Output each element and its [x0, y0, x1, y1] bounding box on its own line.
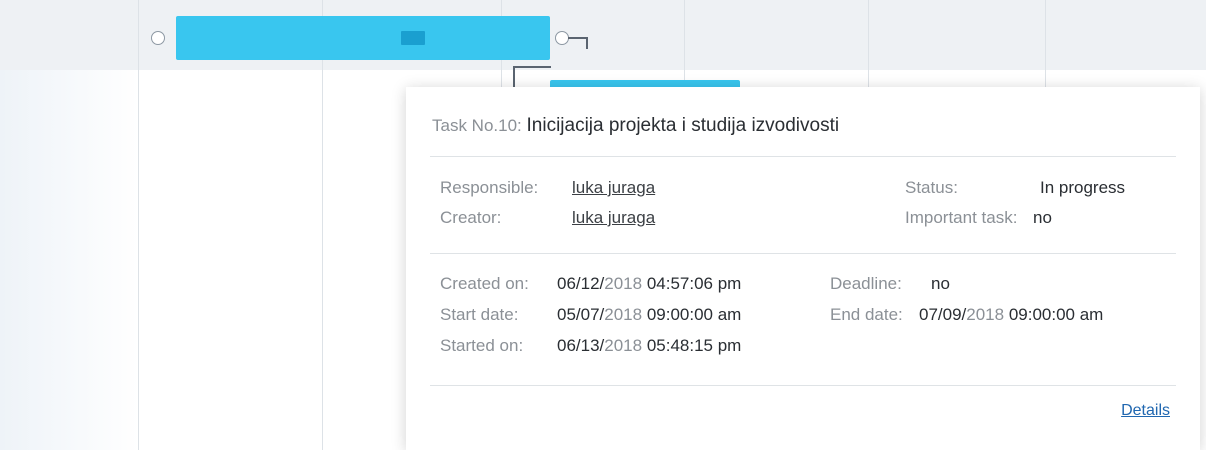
start-date-label: Start date:: [440, 305, 519, 324]
task-progress-indicator: [401, 31, 425, 45]
end-date-label: End date:: [830, 305, 903, 324]
responsible-label: Responsible:: [440, 178, 539, 197]
divider: [430, 385, 1176, 386]
end-date-value: 07/09/2018 09:00:00 am: [919, 305, 1104, 324]
created-on-value: 06/12/2018 04:57:06 pm: [557, 274, 742, 293]
deadline-label: Deadline:: [830, 274, 902, 293]
started-on-label: Started on:: [440, 336, 524, 355]
deadline-value: no: [931, 274, 950, 293]
important-task-value: no: [1033, 208, 1052, 227]
grid-line: [138, 0, 139, 450]
popup-title: Task No.10: Inicijacija projekta i studi…: [432, 115, 839, 137]
task-bar[interactable]: [176, 16, 550, 60]
divider: [430, 253, 1176, 254]
dependency-link-line: [513, 66, 551, 68]
dependency-link-line: [586, 37, 588, 49]
created-on-label: Created on:: [440, 274, 529, 293]
important-task-label: Important task:: [905, 208, 1018, 227]
task-name: Inicijacija projekta i studija izvodivos…: [526, 115, 840, 136]
grid-line: [322, 0, 323, 450]
task-link-start-handle[interactable]: [151, 31, 165, 45]
details-link[interactable]: Details: [1121, 402, 1170, 420]
divider: [430, 156, 1176, 157]
started-on-value: 06/13/2018 05:48:15 pm: [557, 336, 742, 355]
dependency-link-line: [568, 37, 588, 39]
task-number-label: Task No.10:: [432, 116, 522, 135]
start-date-value: 05/07/2018 09:00:00 am: [557, 305, 742, 324]
responsible-user-link[interactable]: luka juraga: [572, 178, 655, 198]
task-link-end-handle[interactable]: [555, 31, 569, 45]
status-label: Status:: [905, 178, 958, 197]
task-info-popup: Task No.10: Inicijacija projekta i studi…: [406, 87, 1200, 450]
status-value: In progress: [1040, 178, 1126, 197]
creator-user-link[interactable]: luka juraga: [572, 208, 655, 228]
creator-label: Creator:: [440, 208, 502, 227]
